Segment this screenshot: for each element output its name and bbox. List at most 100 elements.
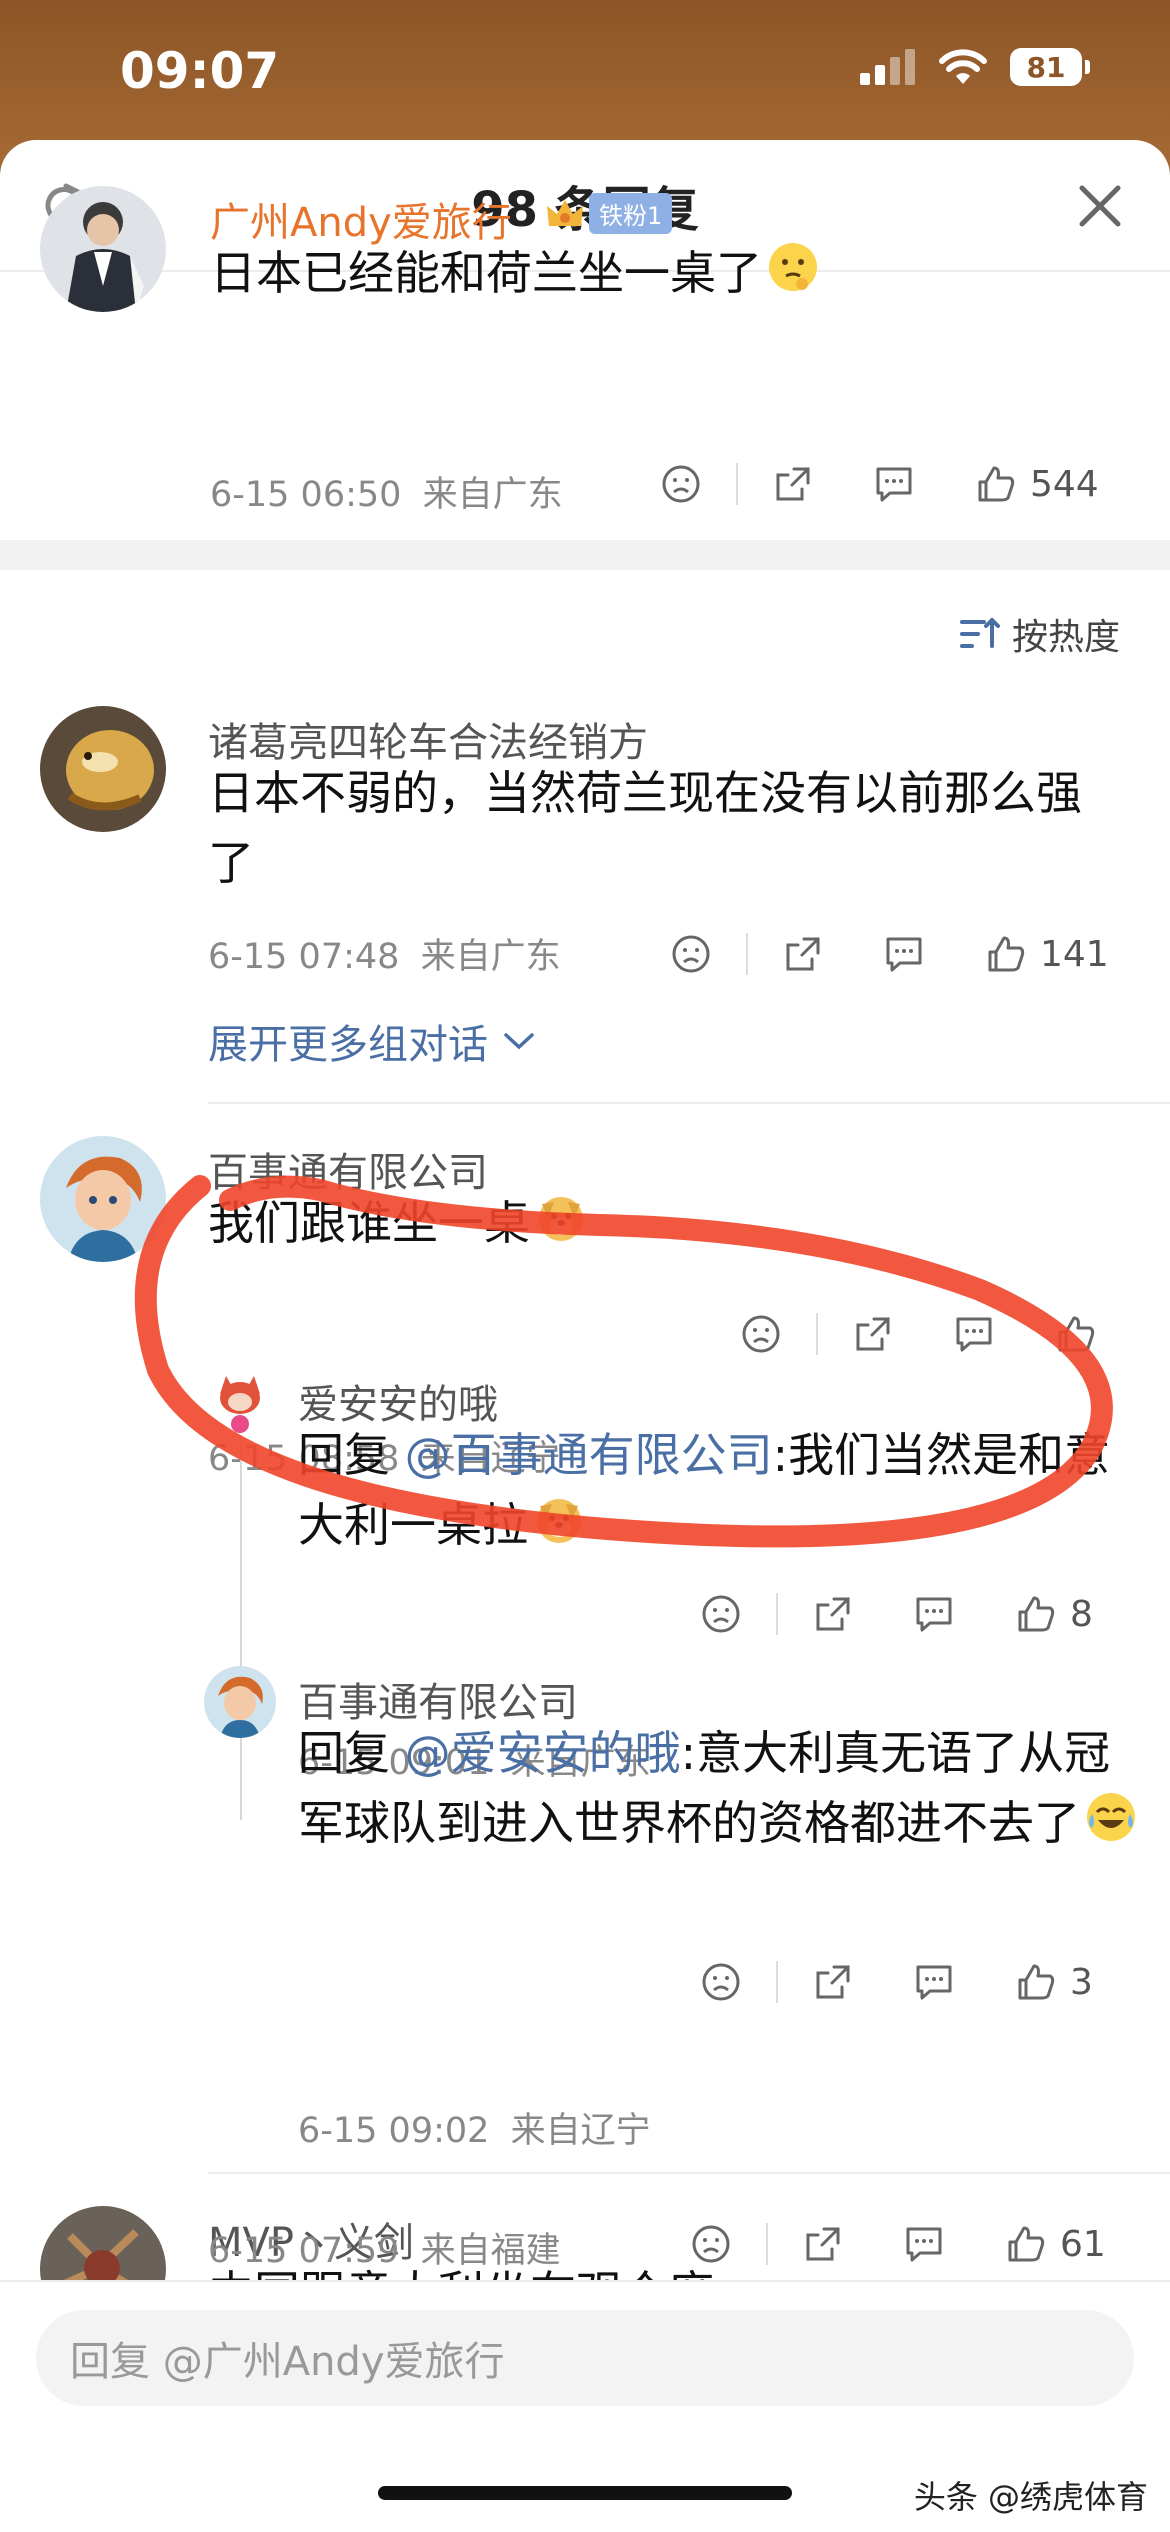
- comment-meta: 6-15 07:59 来自福建: [208, 2222, 561, 2273]
- comment-meta: 6-15 09:02 来自辽宁: [298, 2102, 651, 2153]
- share-icon[interactable]: [772, 463, 814, 505]
- share-button[interactable]: [802, 2223, 844, 2265]
- share-button[interactable]: [772, 463, 814, 505]
- share-button[interactable]: [852, 1313, 894, 1355]
- like-button[interactable]: [1054, 1312, 1110, 1356]
- action-separator: [746, 933, 748, 975]
- share-button[interactable]: [812, 1961, 854, 2003]
- battery-level: 81: [1010, 48, 1082, 86]
- like-count: 544: [1030, 463, 1099, 505]
- watermark: 头条 @绣虎体育: [913, 2478, 1148, 2516]
- doge-emoji-icon: [534, 1190, 588, 1263]
- comment-time: 6-15 09:02: [298, 2111, 490, 2151]
- dislike-button[interactable]: [700, 1961, 742, 2003]
- divider: [208, 2172, 1170, 2174]
- like-button[interactable]: 3: [1014, 1960, 1093, 2004]
- dislike-button[interactable]: [740, 1313, 782, 1355]
- sort-label: 按热度: [1011, 617, 1120, 658]
- dislike-button[interactable]: [660, 463, 702, 505]
- like-button[interactable]: 544: [974, 462, 1099, 506]
- comment-actions: 141: [670, 932, 1109, 976]
- mention-link[interactable]: @爱安安的哦: [405, 1726, 681, 1780]
- avatar[interactable]: [204, 1368, 276, 1440]
- reply-button[interactable]: [882, 933, 926, 975]
- comment-time: 6-15 07:59: [208, 2231, 400, 2271]
- like-icon[interactable]: [984, 932, 1028, 976]
- comment-actions: 544: [660, 462, 1099, 506]
- like-icon[interactable]: [1004, 2222, 1048, 2266]
- dislike-button[interactable]: [700, 1593, 742, 1635]
- like-icon[interactable]: [1054, 1312, 1098, 1356]
- share-icon[interactable]: [802, 2223, 844, 2265]
- action-separator: [776, 1593, 778, 1635]
- dislike-icon[interactable]: [660, 463, 702, 505]
- comment-icon[interactable]: [902, 2223, 946, 2265]
- comment-actions: 3: [700, 1960, 1093, 2004]
- dislike-button[interactable]: [670, 933, 712, 975]
- comment-text: 我们跟谁坐一桌: [208, 1188, 1088, 1263]
- like-icon[interactable]: [1014, 1592, 1058, 1636]
- reply-button[interactable]: [902, 2223, 946, 2265]
- comment-location: 来自辽宁: [510, 2111, 651, 2151]
- reply-button[interactable]: [952, 1313, 996, 1355]
- comment-icon[interactable]: [912, 1593, 956, 1635]
- dislike-icon[interactable]: [670, 933, 712, 975]
- comment-meta: 6-15 07:48 来自广东: [208, 928, 561, 979]
- action-separator: [736, 463, 738, 505]
- avatar[interactable]: [40, 1136, 166, 1262]
- avatar[interactable]: [40, 186, 166, 312]
- expand-more-label[interactable]: 展开更多组对话: [208, 1012, 488, 1070]
- comment-text-content: 我们跟谁坐一桌: [208, 1196, 530, 1250]
- divider: [208, 1102, 1170, 1104]
- action-separator: [776, 1961, 778, 2003]
- dislike-icon[interactable]: [700, 1593, 742, 1635]
- like-count: 3: [1070, 1961, 1093, 2003]
- comment-icon[interactable]: [912, 1961, 956, 2003]
- avatar[interactable]: [204, 1666, 276, 1738]
- mention-link[interactable]: @百事通有限公司: [405, 1428, 773, 1482]
- share-button[interactable]: [782, 933, 824, 975]
- close-icon[interactable]: [1074, 180, 1126, 232]
- reply-button[interactable]: [912, 1961, 956, 2003]
- avatar[interactable]: [40, 706, 166, 832]
- comment-icon[interactable]: [872, 463, 916, 505]
- like-button[interactable]: 141: [984, 932, 1109, 976]
- like-icon[interactable]: [1014, 1960, 1058, 2004]
- reply-button[interactable]: [872, 463, 916, 505]
- comment-location: 来自广东: [422, 475, 563, 515]
- share-icon[interactable]: [812, 1961, 854, 2003]
- crying-laughing-emoji-icon: [1084, 1790, 1138, 1863]
- fan-badge-label: 铁粉1: [589, 193, 673, 234]
- share-button[interactable]: [812, 1593, 854, 1635]
- comment-icon[interactable]: [952, 1313, 996, 1355]
- comment-text: 日本已经能和荷兰坐一桌了: [210, 238, 1110, 313]
- dislike-icon[interactable]: [690, 2223, 732, 2265]
- share-icon[interactable]: [812, 1593, 854, 1635]
- share-icon[interactable]: [782, 933, 824, 975]
- status-icons: 81: [860, 48, 1090, 86]
- like-button[interactable]: 8: [1014, 1592, 1093, 1636]
- dislike-button[interactable]: [690, 2223, 732, 2265]
- wifi-icon: [939, 49, 987, 84]
- home-indicator[interactable]: [378, 2486, 792, 2500]
- dislike-icon[interactable]: [700, 1961, 742, 2003]
- fan-badge: 铁粉1: [545, 193, 673, 234]
- reply-input[interactable]: 回复 @广州Andy爱旅行: [36, 2310, 1134, 2406]
- sort-toggle[interactable]: 按热度: [959, 608, 1120, 660]
- share-icon[interactable]: [852, 1313, 894, 1355]
- chevron-down-icon: [504, 1033, 534, 1050]
- expand-more-link[interactable]: 展开更多组对话: [208, 1012, 536, 1070]
- comment-icon[interactable]: [882, 933, 926, 975]
- comment-actions: [740, 1312, 1110, 1356]
- like-button[interactable]: 61: [1004, 2222, 1106, 2266]
- like-count: 8: [1070, 1593, 1093, 1635]
- comment-actions: 61: [690, 2222, 1106, 2266]
- comment-text-content: 日本已经能和荷兰坐一桌了: [210, 246, 762, 300]
- comment-meta: 6-15 06:50 来自广东: [210, 466, 563, 517]
- like-icon[interactable]: [974, 462, 1018, 506]
- comment-location: 来自广东: [420, 937, 561, 977]
- reply-button[interactable]: [912, 1593, 956, 1635]
- like-count: 61: [1060, 2223, 1106, 2265]
- section-separator: [0, 540, 1170, 570]
- dislike-icon[interactable]: [740, 1313, 782, 1355]
